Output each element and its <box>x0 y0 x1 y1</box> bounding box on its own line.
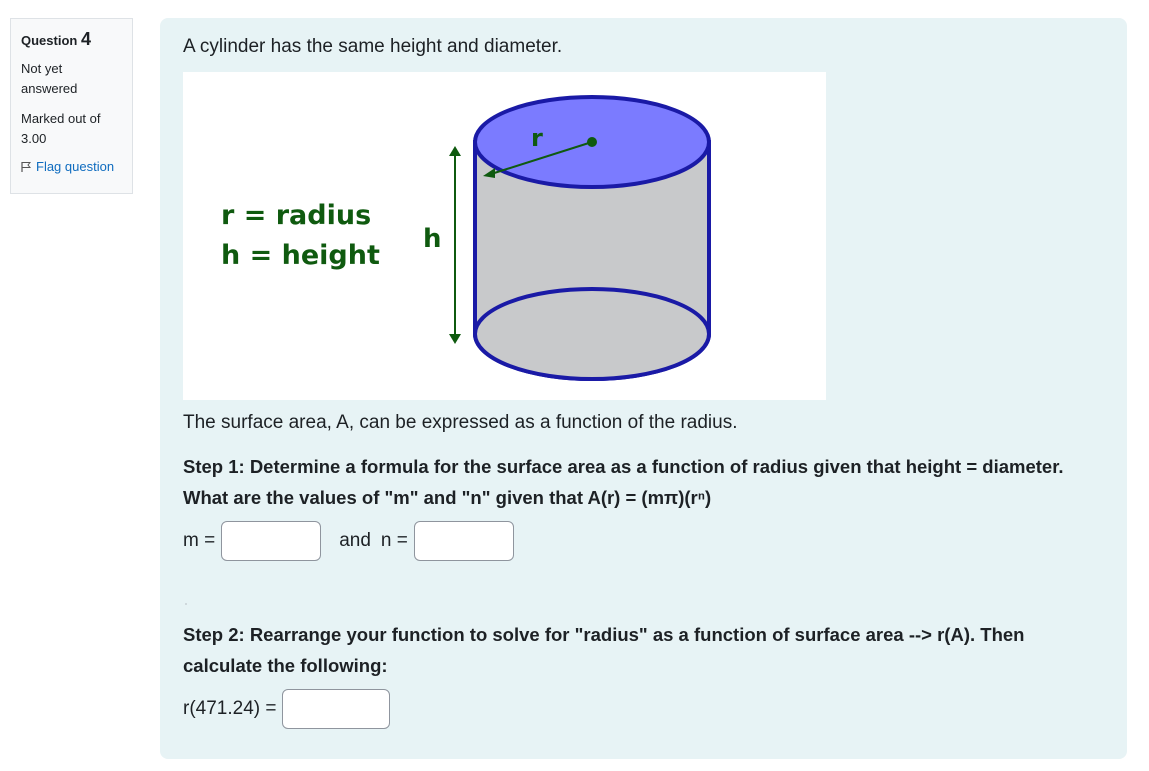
step-1-answer-row: m = and n = <box>183 521 514 561</box>
surface-area-text: The surface area, A, can be expressed as… <box>183 412 738 433</box>
r-of-a-input[interactable] <box>282 689 391 729</box>
question-info-panel: Question 4 Not yet answered Marked out o… <box>10 18 133 194</box>
legend-height: h = height <box>221 240 380 271</box>
legend-radius: r = radius <box>221 200 371 231</box>
step-1-text: Step 1: Determine a formula for the surf… <box>183 456 1064 508</box>
r-of-a-label: r(471.24) = <box>183 698 277 719</box>
question-content: A cylinder has the same height and diame… <box>160 18 1127 759</box>
question-label: Question <box>21 33 78 48</box>
m-label: m = <box>183 530 216 551</box>
cylinder-diagram: r h r = radius h = height <box>221 95 711 381</box>
divider-dot <box>185 603 187 605</box>
m-input[interactable] <box>221 521 322 561</box>
question-title: Question 4 <box>21 29 122 51</box>
height-arrow-bottom <box>449 334 461 344</box>
cylinder-figure: r h r = radius h = height <box>183 72 826 400</box>
cylinder-bottom-back <box>473 287 711 381</box>
flag-question-label: Flag question <box>36 159 115 174</box>
question-intro: A cylinder has the same height and diame… <box>183 36 563 57</box>
and-label: and <box>339 530 371 551</box>
question-grade: Marked out of 3.00 <box>21 111 101 146</box>
step-2-text: Step 2: Rearrange your function to solve… <box>183 624 1025 676</box>
center-dot <box>587 137 597 147</box>
flag-question-link[interactable]: Flag question <box>21 157 122 177</box>
question-state: Not yet answered <box>21 61 78 96</box>
h-label: h <box>423 224 442 254</box>
r-label: r <box>531 124 543 152</box>
step-2-answer-row: r(471.24) = <box>183 689 391 729</box>
question-number: 4 <box>80 29 91 49</box>
n-input[interactable] <box>413 521 514 561</box>
flag-icon <box>21 162 31 172</box>
height-arrow-top <box>449 146 461 156</box>
n-label: n = <box>380 530 408 551</box>
